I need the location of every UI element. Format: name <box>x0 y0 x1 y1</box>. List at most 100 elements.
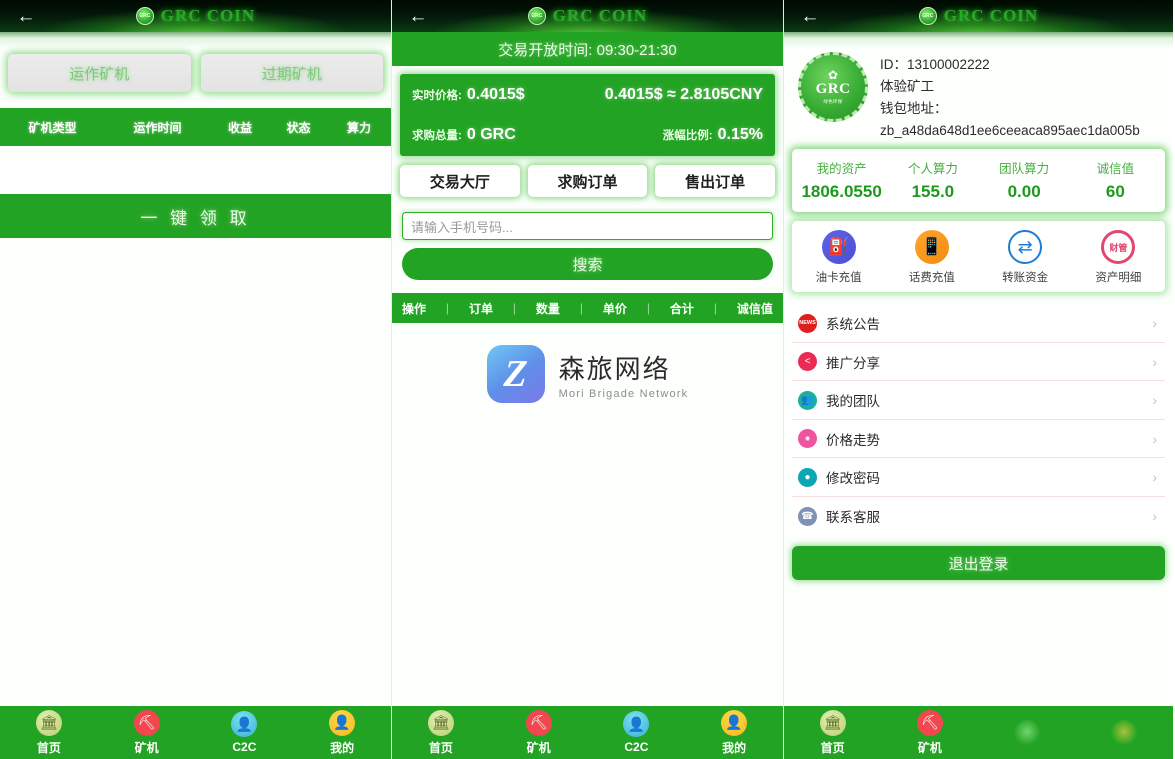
menu-item-change-password[interactable]: ● 修改密码 › <box>792 458 1165 497</box>
action-transfer-funds[interactable]: ⇄ 转账资金 <box>979 230 1072 285</box>
back-arrow-icon[interactable]: ← <box>784 0 836 32</box>
transfer-arrows-icon: ⇄ <box>1008 230 1043 265</box>
back-arrow-icon[interactable]: ← <box>0 0 52 32</box>
menu-item-contact-support[interactable]: ☎ 联系客服 › <box>792 497 1165 536</box>
action-label: 油卡充值 <box>815 272 862 285</box>
chevron-right-icon: › <box>1152 508 1157 525</box>
nav-item-home[interactable]: 🏛 首页 <box>392 709 490 756</box>
button-buy-orders[interactable]: 求购订单 <box>527 165 648 197</box>
action-asset-details[interactable]: 财管 资产明细 <box>1072 230 1165 285</box>
nav-item-miner[interactable]: ⛏ 矿机 <box>881 709 978 756</box>
nav-label-miner: 矿机 <box>917 740 942 755</box>
nav-label-home: 首页 <box>820 740 845 755</box>
stat-team-hashrate: 团队算力 0.00 <box>979 158 1070 202</box>
c2c-icon: 👤 <box>231 711 258 737</box>
trading-action-buttons: 交易大厅 求购订单 售出订单 <box>392 165 783 197</box>
nav-item-c2c[interactable]: 👤 C2C <box>588 711 686 754</box>
profile-menu-list: NEWS 系统公告 › < 推广分享 › 👥 我的团队 › ◉ 价格走势 › ● <box>792 304 1165 536</box>
stat-my-assets: 我的资产 1806.0550 <box>796 158 887 202</box>
stat-label: 诚信值 <box>1096 162 1135 177</box>
nav-item-c2c[interactable] <box>979 719 1076 746</box>
home-bank-icon: 🏛 <box>819 709 846 736</box>
nav-label-c2c: C2C <box>232 740 257 754</box>
miner-table-empty-body <box>0 146 391 194</box>
action-label: 转账资金 <box>1002 272 1049 285</box>
gas-pump-icon: ⛽ <box>821 230 856 265</box>
menu-item-label: 我的团队 <box>826 394 880 410</box>
announcement-icon: NEWS <box>798 313 817 333</box>
trading-open-time: 交易开放时间: 09:30-21:30 <box>392 32 783 66</box>
grc-seal-avatar: ✿ GRC 绿色环保 <box>798 52 868 122</box>
stats-card: 我的资产 1806.0550 个人算力 155.0 团队算力 0.00 诚信值 … <box>792 149 1165 213</box>
header-title-group: GRC GRC COIN <box>784 6 1173 26</box>
mori-brigade-logo-icon: Z <box>486 345 545 403</box>
col-status: 状态 <box>286 120 311 135</box>
realtime-price-label: 实时价格: <box>412 90 462 102</box>
wallet-address-value[interactable]: zb_a48da648d1ee6ceeaca895aec1da005b <box>880 120 1140 142</box>
nav-item-c2c[interactable]: 👤 C2C <box>196 711 294 754</box>
nav-item-home[interactable]: 🏛 首页 <box>784 709 881 756</box>
nav-item-home[interactable]: 🏛 首页 <box>0 709 98 756</box>
nav-item-miner[interactable]: ⛏ 矿机 <box>490 709 588 756</box>
three-screen-composite: ← GRC GRC COIN 运作矿机 过期矿机 矿机类型 运作时间 收益 状态… <box>0 0 1175 759</box>
tab-active-miners[interactable]: 运作矿机 <box>8 54 191 92</box>
col-divider: | <box>445 301 450 315</box>
home-bank-icon: 🏛 <box>35 709 62 736</box>
seal-main-text: GRC <box>815 81 851 97</box>
brand-text-group: 森旅网络 Mori Brigade Network <box>559 349 689 400</box>
action-oil-card-recharge[interactable]: ⛽ 油卡充值 <box>792 230 885 285</box>
button-sell-orders[interactable]: 售出订单 <box>655 165 776 197</box>
search-button[interactable]: 搜索 <box>402 248 773 280</box>
c2c-icon: 👤 <box>623 711 650 737</box>
col-divider: | <box>713 301 717 315</box>
menu-item-system-announcement[interactable]: NEWS 系统公告 › <box>792 304 1165 343</box>
col-credit: 诚信值 <box>736 301 773 316</box>
logout-button[interactable]: 退出登录 <box>792 546 1165 581</box>
profile-icon: 👤 <box>721 709 748 736</box>
one-click-claim-button[interactable]: 一 键 领 取 <box>0 194 391 238</box>
price-conversion-value: 0.4015$ ≈ 2.8105CNY <box>604 86 763 103</box>
menu-item-promotion-share[interactable]: < 推广分享 › <box>792 343 1165 382</box>
app-header: ← GRC GRC COIN <box>0 0 391 32</box>
grc-logo-icon: GRC <box>527 7 546 25</box>
menu-item-label: 联系客服 <box>826 510 880 526</box>
nav-item-mine[interactable]: 👤 我的 <box>293 709 391 756</box>
menu-item-label: 系统公告 <box>826 317 880 333</box>
col-divider: | <box>646 301 650 315</box>
price-row-volume: 求购总量: 0 GRC 涨幅比例: 0.15% <box>412 126 763 144</box>
change-ratio-group: 涨幅比例: 0.15% <box>663 126 763 144</box>
miner-icon: ⛏ <box>525 709 552 736</box>
action-phone-recharge[interactable]: 📱 话费充值 <box>885 230 978 285</box>
nav-item-miner[interactable]: ⛏ 矿机 <box>98 709 196 756</box>
demand-total-label: 求购总量: <box>412 130 462 142</box>
menu-item-my-team[interactable]: 👥 我的团队 › <box>792 381 1165 420</box>
col-quantity: 数量 <box>535 301 560 316</box>
stat-credit-score: 诚信值 60 <box>1070 158 1161 202</box>
button-trading-hall[interactable]: 交易大厅 <box>400 165 520 197</box>
nav-label-mine: 我的 <box>722 740 747 755</box>
profile-summary: ✿ GRC 绿色环保 ID：13100002222 体验矿工 钱包地址： zb_… <box>784 48 1173 141</box>
price-trend-icon: ◉ <box>798 429 817 449</box>
nav-item-mine[interactable] <box>1076 719 1173 746</box>
home-bank-icon: 🏛 <box>427 709 454 736</box>
header-title-group: GRC GRC COIN <box>392 6 783 26</box>
grc-logo-icon: GRC <box>918 7 937 25</box>
brand-name-en: Mori Brigade Network <box>558 387 689 400</box>
back-arrow-icon[interactable]: ← <box>392 0 444 32</box>
realtime-price-group: 实时价格: 0.4015$ <box>412 86 525 104</box>
stat-personal-hashrate: 个人算力 155.0 <box>887 158 978 202</box>
menu-item-price-trend[interactable]: ◉ 价格走势 › <box>792 420 1165 459</box>
mobile-phone-icon: 📱 <box>914 230 949 265</box>
nav-label-miner: 矿机 <box>526 740 551 755</box>
search-input[interactable]: 请输入手机号码... <box>402 212 773 240</box>
tab-expired-miners[interactable]: 过期矿机 <box>200 54 383 92</box>
profile-info: ID：13100002222 体验矿工 钱包地址： zb_a48da648d1e… <box>880 52 1140 141</box>
col-operation: 操作 <box>401 301 426 316</box>
stat-value: 1806.0550 <box>801 182 882 202</box>
stat-value: 60 <box>1105 182 1125 202</box>
grc-logo-text: GRC <box>531 13 543 19</box>
brand-mark-letter: Z <box>502 353 529 395</box>
change-ratio-label: 涨幅比例: <box>662 130 713 142</box>
col-total: 合计 <box>669 301 694 316</box>
nav-item-mine[interactable]: 👤 我的 <box>685 709 783 756</box>
